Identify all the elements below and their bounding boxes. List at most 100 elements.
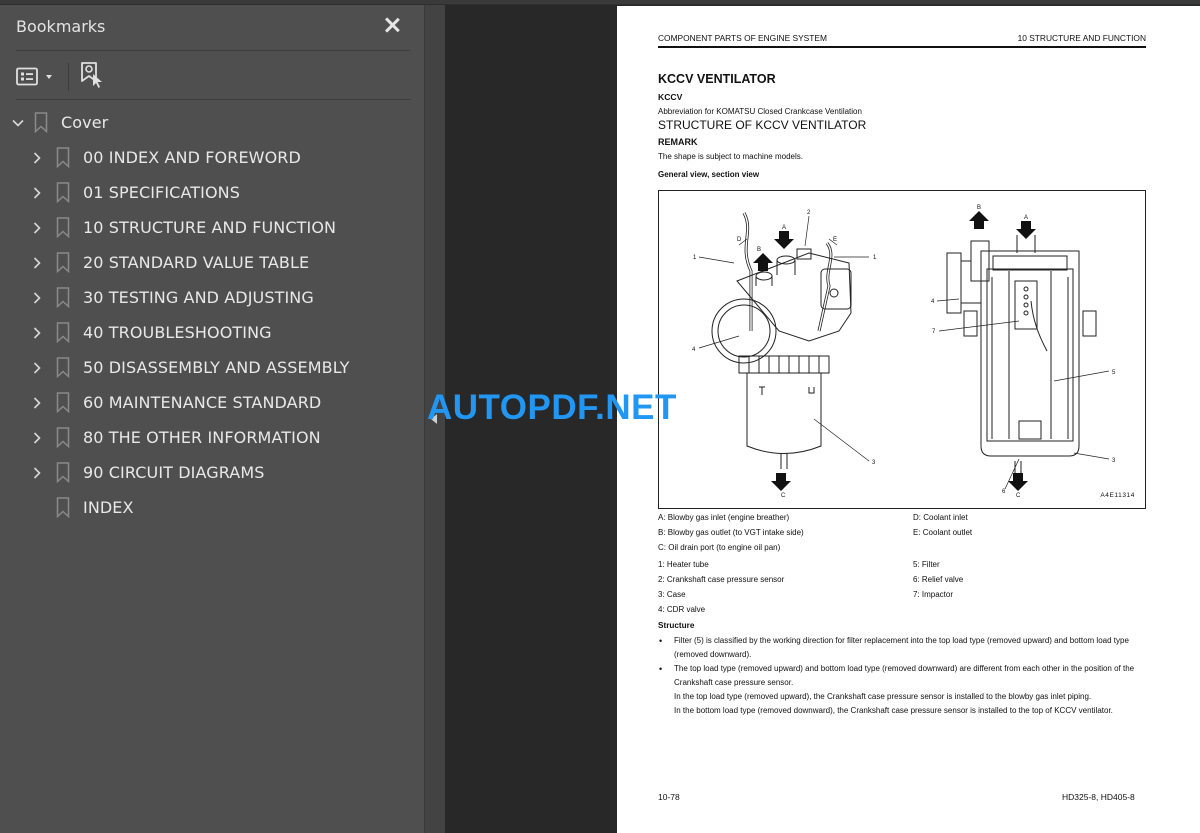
structure-bullets: Filter (5) is classified by the working … <box>658 634 1148 718</box>
bullet-sub-line: In the bottom load type (removed downwar… <box>674 706 1113 715</box>
label-a-section: A <box>1024 215 1028 221</box>
chevron-right-icon[interactable] <box>30 431 44 445</box>
flow-arrows <box>753 211 1036 491</box>
legend-item: 1: Heater tube <box>658 560 709 569</box>
close-panel-button[interactable] <box>382 15 402 35</box>
label-b-section: B <box>977 205 981 211</box>
find-current-bookmark-button[interactable] <box>79 61 105 93</box>
header-left: COMPONENT PARTS OF ENGINE SYSTEM <box>658 33 827 43</box>
label-c-section: C <box>1016 493 1021 499</box>
bookmarks-toolbar <box>16 61 105 93</box>
divider <box>16 99 410 100</box>
bookmark-tree: Cover 00 INDEX AND FOREWORD 01 SPECIFICA… <box>0 105 424 525</box>
bookmark-label: 20 STANDARD VALUE TABLE <box>83 253 310 272</box>
label-1-left: 1 <box>693 255 697 261</box>
divider <box>16 50 410 51</box>
label-a: A <box>782 225 786 231</box>
bookmark-item[interactable]: INDEX <box>0 490 424 525</box>
bookmark-item[interactable]: 60 MAINTENANCE STANDARD <box>0 385 424 420</box>
legend-item: B: Blowby gas outlet (to VGT intake side… <box>658 528 804 537</box>
chevron-right-icon[interactable] <box>30 291 44 305</box>
chevron-right-icon[interactable] <box>30 396 44 410</box>
label-2: 2 <box>807 210 811 216</box>
chevron-right-icon[interactable] <box>30 151 44 165</box>
figure-code: A4E11314 <box>1100 492 1135 499</box>
figure-caption: General view, section view <box>658 170 760 179</box>
abbreviation-text: Abbreviation for KOMATSU Closed Crankcas… <box>658 107 862 116</box>
label-4-section: 4 <box>931 299 935 305</box>
model-numbers: HD325-8, HD405-8 <box>1062 792 1135 802</box>
header-right: 10 STRUCTURE AND FUNCTION <box>1017 33 1146 43</box>
label-6: 6 <box>1002 489 1006 495</box>
bookmark-locate-icon <box>81 62 102 88</box>
bookmark-icon <box>56 147 70 168</box>
label-1-right: 1 <box>873 255 877 261</box>
ports-legend-right: D: Coolant inlet E: Coolant outlet <box>913 510 972 540</box>
general-view-drawing <box>711 212 1097 473</box>
section-heading: STRUCTURE OF KCCV VENTILATOR <box>658 118 867 132</box>
list-options-icon <box>16 67 38 86</box>
legend-item: 6: Relief valve <box>913 575 964 584</box>
bookmark-icon <box>56 217 70 238</box>
chevron-right-icon[interactable] <box>30 221 44 235</box>
bookmark-item[interactable]: 30 TESTING AND ADJUSTING <box>0 280 424 315</box>
chevron-right-icon[interactable] <box>30 466 44 480</box>
page-number: 10-78 <box>658 792 680 802</box>
bookmark-label: Cover <box>61 113 109 132</box>
bookmark-item-cover[interactable]: Cover <box>0 105 424 140</box>
legend-item: 3: Case <box>658 590 686 599</box>
bookmark-icon <box>56 392 70 413</box>
chevron-right-icon[interactable] <box>30 326 44 340</box>
bookmark-icon <box>34 112 48 133</box>
parts-legend-left: 1: Heater tube 2: Crankshaft case pressu… <box>658 557 784 617</box>
chevron-down-icon[interactable] <box>11 116 25 130</box>
dropdown-caret-icon <box>46 75 52 79</box>
bullet-sub-line: In the top load type (removed upward), t… <box>674 692 1092 701</box>
bookmark-label: 30 TESTING AND ADJUSTING <box>83 288 314 307</box>
bookmark-item[interactable]: 50 DISASSEMBLY AND ASSEMBLY <box>0 350 424 385</box>
label-3-section: 3 <box>1112 458 1116 464</box>
pdf-page: COMPONENT PARTS OF ENGINE SYSTEM 10 STRU… <box>617 6 1200 833</box>
subtitle: KCCV <box>658 92 683 102</box>
bookmark-icon <box>56 287 70 308</box>
chevron-right-icon[interactable] <box>30 361 44 375</box>
bookmark-item[interactable]: 90 CIRCUIT DIAGRAMS <box>0 455 424 490</box>
label-c: C <box>781 493 786 499</box>
bookmark-label: 60 MAINTENANCE STANDARD <box>83 393 322 412</box>
structure-heading: Structure <box>658 621 695 630</box>
options-menu-button[interactable] <box>16 67 54 87</box>
chevron-right-icon[interactable] <box>30 186 44 200</box>
bookmark-item[interactable]: 20 STANDARD VALUE TABLE <box>0 245 424 280</box>
legend-item: D: Coolant inlet <box>913 513 968 522</box>
bookmark-item[interactable]: 80 THE OTHER INFORMATION <box>0 420 424 455</box>
label-5: 5 <box>1112 370 1116 376</box>
legend-item: 7: Impactor <box>913 590 954 599</box>
label-e: E <box>833 237 837 243</box>
bookmark-label: 40 TROUBLESHOOTING <box>83 323 272 342</box>
toolbar-divider <box>68 63 69 91</box>
bookmark-icon <box>56 182 70 203</box>
legend-item: E: Coolant outlet <box>913 528 973 537</box>
label-4-left: 4 <box>692 347 696 353</box>
bookmark-item[interactable]: 01 SPECIFICATIONS <box>0 175 424 210</box>
bookmark-label: 80 THE OTHER INFORMATION <box>83 428 321 447</box>
legend-item: 5: Filter <box>913 560 940 569</box>
remark-text: The shape is subject to machine models. <box>658 152 803 161</box>
chevron-right-icon[interactable] <box>30 256 44 270</box>
bookmark-label: INDEX <box>83 498 134 517</box>
bookmark-label: 90 CIRCUIT DIAGRAMS <box>83 463 265 482</box>
bookmark-icon <box>56 252 70 273</box>
bookmark-item[interactable]: 10 STRUCTURE AND FUNCTION <box>0 210 424 245</box>
page-header: COMPONENT PARTS OF ENGINE SYSTEM 10 STRU… <box>658 33 1146 43</box>
bullet-item: Filter (5) is classified by the working … <box>658 634 1148 662</box>
bookmark-label: 50 DISASSEMBLY AND ASSEMBLY <box>83 358 350 377</box>
header-rule <box>658 46 1146 48</box>
watermark-text: AUTOPDF.NET <box>427 388 677 427</box>
bookmark-item[interactable]: 00 INDEX AND FOREWORD <box>0 140 424 175</box>
bookmarks-panel: Bookmarks Cover 00 INDEX AND FOREWORD 01… <box>0 5 424 833</box>
bookmark-item[interactable]: 40 TROUBLESHOOTING <box>0 315 424 350</box>
bullet-item: The top load type (removed upward) and b… <box>658 662 1148 690</box>
legend-item: C: Oil drain port (to engine oil pan) <box>658 543 781 552</box>
kccv-figure: A B C D E 1 1 2 4 3 A B C 4 7 5 3 6 A4E1… <box>658 190 1146 509</box>
label-3-left: 3 <box>872 460 876 466</box>
